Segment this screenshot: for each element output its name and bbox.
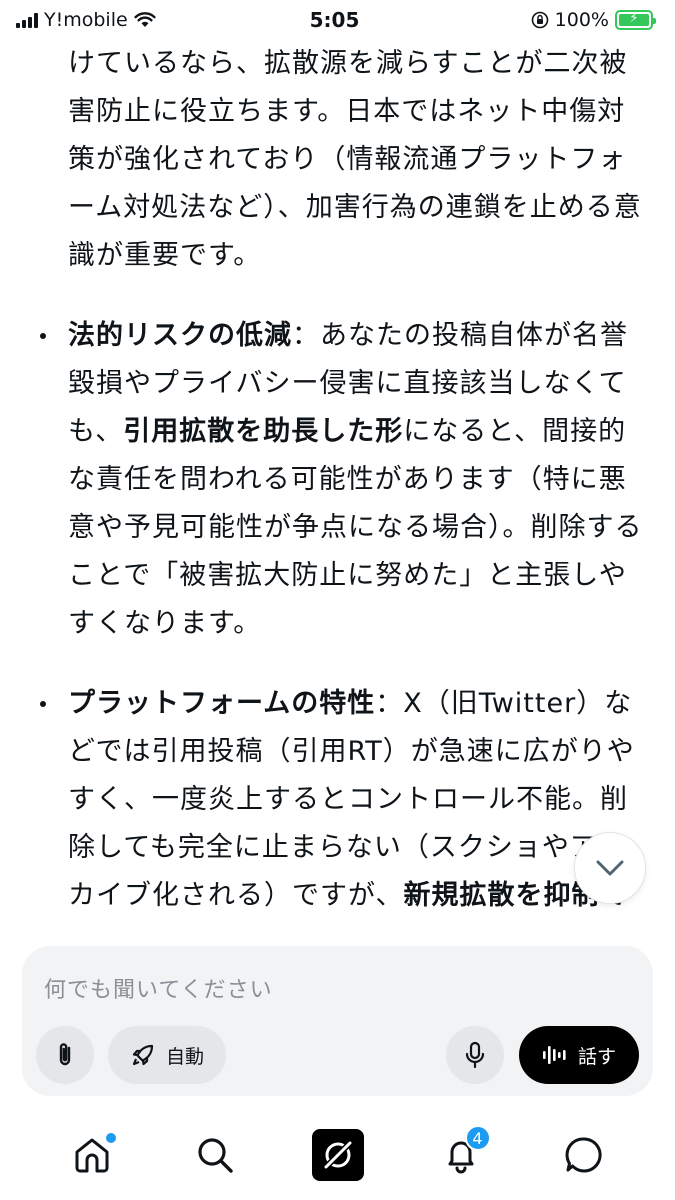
message-bubble-icon: [565, 1137, 602, 1173]
bullet-bold-text: 新規拡散を抑制: [403, 880, 600, 911]
voice-talk-button[interactable]: 話す: [519, 1026, 639, 1084]
nav-home[interactable]: [62, 1125, 122, 1185]
home-icon: [75, 1138, 108, 1173]
orientation-lock-icon: [531, 11, 548, 29]
list-item: プラットフォームの特性：X（旧Twitter）などでは引用投稿（引用RT）が急速…: [40, 680, 643, 920]
nav-search[interactable]: [185, 1125, 245, 1185]
auto-mode-label: 自動: [165, 1045, 204, 1068]
voice-talk-label: 話す: [577, 1045, 616, 1068]
message-input[interactable]: 何でも聞いてください: [44, 972, 273, 1004]
carrier-name: Y!mobile: [44, 9, 128, 31]
cell-signal-icon: [16, 12, 38, 28]
bullet-title: 法的リスクの低減: [68, 320, 292, 351]
auto-mode-button[interactable]: 自動: [108, 1026, 226, 1084]
lead-paragraph: けているなら、拡散源を減らすことが二次被害防止に役立ちます。日本ではネット中傷対…: [68, 48, 642, 271]
microphone-icon: [465, 1041, 485, 1069]
search-icon: [197, 1138, 233, 1173]
nav-notifications[interactable]: 4: [431, 1125, 491, 1185]
unread-dot: [105, 1133, 116, 1143]
wifi-icon: [134, 12, 156, 27]
grok-icon: [311, 1129, 364, 1181]
status-right: 100% ⚡: [433, 9, 656, 31]
bullet-bold-text: 引用拡散を助長した形: [123, 416, 404, 447]
status-bar: Y!mobile 5:05 100% ⚡: [0, 0, 675, 40]
rocket-icon: [132, 1044, 154, 1066]
list-item: 法的リスクの低減：あなたの投稿自体が名誉毀損やプライバシー侵害に直接該当しなくて…: [40, 312, 643, 648]
scroll-to-bottom-button[interactable]: [574, 832, 646, 904]
chevron-down-icon: [596, 860, 624, 876]
battery-percent: 100%: [554, 9, 609, 31]
bullet-title: プラットフォームの特性: [68, 688, 376, 719]
bullet-text: になると、間接的な責任を問われる可能性があります（特に悪意や予見可能性が争点にな…: [68, 416, 643, 639]
waveform-icon: [542, 1046, 566, 1064]
bottom-nav: 4: [0, 1110, 675, 1200]
response-content: けているなら、拡散源を減らすことが二次被害防止に役立ちます。日本ではネット中傷対…: [0, 40, 675, 920]
battery-icon: ⚡: [615, 10, 656, 30]
microphone-button[interactable]: [446, 1026, 504, 1084]
nav-messages[interactable]: [554, 1125, 614, 1185]
bullet-list: 法的リスクの低減：あなたの投稿自体が名誉毀損やプライバシー侵害に直接該当しなくて…: [40, 312, 643, 920]
notification-badge: 4: [464, 1125, 491, 1151]
bullet-text: ：X（旧Twitter）などでは引用投稿（引用RT）が急速に広がりやすく、一度炎…: [68, 688, 635, 911]
attach-button[interactable]: [36, 1026, 94, 1084]
paperclip-icon: [59, 1043, 71, 1066]
message-composer: 何でも聞いてください 自動 話す: [22, 946, 653, 1096]
clock: 5:05: [309, 8, 360, 32]
bullet-dot: [40, 701, 46, 707]
bullet-dot: [40, 333, 46, 339]
status-left: Y!mobile: [16, 9, 236, 31]
nav-grok[interactable]: [308, 1125, 368, 1185]
